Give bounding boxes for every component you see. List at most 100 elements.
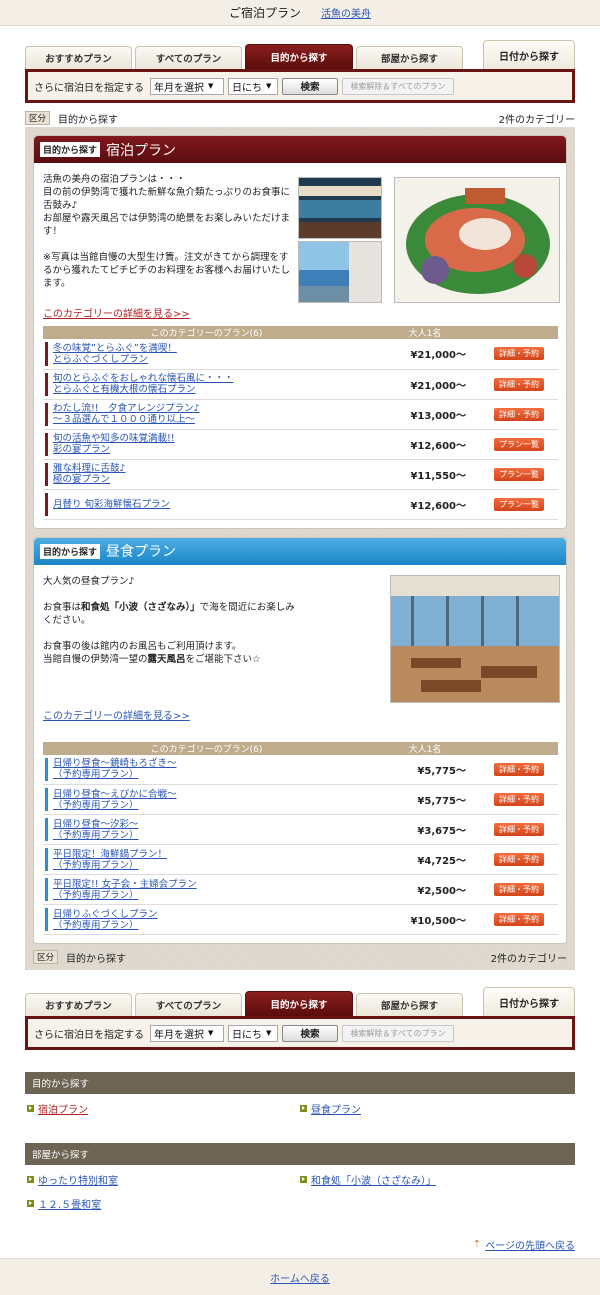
arrow-bullet-icon [27, 1105, 34, 1112]
plan-price: ¥21,000～ [370, 369, 480, 400]
tab-room[interactable]: 部屋から探す [356, 46, 463, 69]
plan-link[interactable]: 平日限定！海鮮鍋プラン！ [53, 849, 167, 860]
clear-search-button[interactable]: 検索解除＆すべてのプラン [342, 77, 454, 95]
table-row: 平日限定！海鮮鍋プラン！ （予約専用プラン） ¥4,725～ 詳細・予約 [43, 844, 558, 875]
plan-link[interactable]: （予約専用プラン） [53, 860, 139, 871]
header-shop-link[interactable]: 活魚の美舟 [321, 5, 371, 20]
home-link[interactable]: ホームへ戻る [270, 1270, 330, 1285]
plan-link[interactable]: 日帰り昼食～汐彩～ [53, 819, 139, 830]
plan-link[interactable]: 旬のとらふぐをおしゃれな懐石風に・・・ [53, 373, 234, 384]
purpose-box-title: 目的から探す [25, 1072, 575, 1094]
month-select-value: 年月を選択 [154, 82, 204, 94]
plan-action-button[interactable]: プラン一覧 [494, 497, 544, 511]
month-select[interactable]: 年月を選択 ▼ [150, 1024, 224, 1042]
chevron-down-icon: ▼ [208, 82, 214, 90]
purpose-link-lunch[interactable]: 昼食プラン [300, 1101, 573, 1116]
category-summary: 区分 目的から探す 2件のカテゴリー [25, 111, 575, 126]
plan-link[interactable]: （予約専用プラン） [53, 920, 139, 931]
tab-date[interactable]: 日付から探す [483, 40, 575, 69]
plan-price: ¥4,725～ [370, 844, 480, 875]
plan-price: ¥3,675～ [370, 814, 480, 845]
plan-link[interactable]: 彩の宴プラン [53, 444, 110, 455]
plan-action-button[interactable]: 詳細・予約 [494, 853, 544, 866]
arrow-bullet-icon [27, 1176, 34, 1183]
plan-link[interactable]: ～３品選んで１０００通り以上～ [53, 414, 195, 425]
plan-link[interactable]: 冬の味覚”とらふぐ”を満喫！ [53, 343, 177, 354]
plan-link[interactable]: とらふぐと有機大根の懐石プラン [53, 384, 196, 395]
arrow-bullet-icon [300, 1105, 307, 1112]
tab-date[interactable]: 日付から探す [483, 987, 575, 1016]
table-row: 日帰り昼食～鏡崎もろざき～ （予約専用プラン） ¥5,775～ 詳細・予約 [43, 754, 558, 785]
page-top-link[interactable]: ページの先頭へ戻る [485, 1237, 575, 1252]
plan-action-button[interactable]: 詳細・予約 [494, 347, 544, 361]
plan-action-button[interactable]: 詳細・予約 [494, 407, 544, 421]
search-button[interactable]: 検索 [282, 77, 338, 95]
col-action-header [480, 326, 558, 339]
plan-action-button[interactable]: 詳細・予約 [494, 913, 544, 926]
date-search-bar-bottom: さらに宿泊日を指定する 年月を選択 ▼ 日にち ▼ 検索 検索解除＆すべてのプラン [25, 1016, 575, 1050]
category-lunch: 目的から探す 昼食プラン 大人気の昼食プラン♪ お食事は和食処「小波（さざなみ）… [33, 536, 567, 944]
table-row: 冬の味覚”とらふぐ”を満喫！ とらふぐづくしプラン ¥21,000～ 詳細・予約 [43, 339, 558, 370]
category-detail-link[interactable]: このカテゴリーの詳細を見る>> [43, 707, 558, 722]
tab-purpose[interactable]: 目的から探す [245, 991, 353, 1016]
search-label: さらに宿泊日を指定する [34, 82, 144, 94]
tab-all-plans[interactable]: すべてのプラン [135, 46, 242, 69]
plan-link[interactable]: わたし流!! 夕食アレンジプラン♪ [53, 403, 200, 414]
category-tag: 目的から探す [40, 543, 101, 559]
plan-link[interactable]: （予約専用プラン） [53, 800, 139, 811]
plan-link[interactable]: 月替り 旬彩海鮮懐石プラン [53, 499, 170, 510]
table-row: わたし流!! 夕食アレンジプラン♪ ～３品選んで１０００通り以上～ ¥13,000… [43, 399, 558, 430]
plan-link[interactable]: 日帰りふぐづくしプラン [53, 909, 158, 920]
plan-link[interactable]: 極の宴プラン [53, 474, 110, 485]
category-detail-link[interactable]: このカテゴリーの詳細を見る>> [43, 305, 558, 320]
category-intro: 大人気の昼食プラン♪ [43, 575, 135, 587]
plan-link[interactable]: （予約専用プラン） [53, 769, 139, 780]
tab-purpose[interactable]: 目的から探す [245, 44, 353, 69]
day-select[interactable]: 日にち ▼ [228, 1024, 278, 1042]
room-link-sazanami[interactable]: 和食処「小波（さざなみ）」 [300, 1172, 573, 1187]
plan-link[interactable]: 旬の活魚や知多の味覚満載!! [53, 433, 175, 444]
page-top-icon: ⇡ [472, 1239, 482, 1250]
tab-recommended[interactable]: おすすめプラン [25, 46, 132, 69]
tab-bar-bottom: おすすめプラン すべてのプラン 目的から探す 部屋から探す 日付から探す [25, 986, 575, 1016]
plan-link[interactable]: とらふぐづくしプラン [53, 354, 148, 365]
kubun-tag: 区分 [25, 111, 51, 125]
arrow-bullet-icon [300, 1176, 307, 1183]
room-link-12-5[interactable]: １２.５畳和室 [27, 1196, 300, 1211]
category-title: 宿泊プラン [106, 142, 177, 159]
plan-action-button[interactable]: 詳細・予約 [494, 762, 544, 776]
plan-link[interactable]: 日帰り昼食～えびかに合戦～ [53, 789, 177, 800]
restaurant-photo [390, 574, 560, 703]
arrow-bullet-icon [27, 1200, 34, 1207]
plan-action-button[interactable]: 詳細・予約 [494, 883, 544, 896]
col-plans-header: このカテゴリーのプラン(6) [43, 741, 370, 755]
day-select[interactable]: 日にち ▼ [228, 77, 278, 95]
month-select[interactable]: 年月を選択 ▼ [150, 77, 224, 95]
room-link-special[interactable]: ゆったり特別和室 [27, 1172, 300, 1187]
room-box-title: 部屋から探す [25, 1143, 575, 1165]
plan-link[interactable]: （予約専用プラン） [53, 830, 139, 841]
clear-search-button[interactable]: 検索解除＆すべてのプラン [342, 1024, 454, 1042]
search-button[interactable]: 検索 [282, 1024, 338, 1042]
plan-link[interactable]: 雅な料理に舌鼓♪ [53, 463, 126, 474]
plan-link[interactable]: 日帰り昼食～鏡崎もろざき～ [53, 758, 177, 769]
purpose-link-stay[interactable]: 宿泊プラン [27, 1101, 300, 1116]
table-row: 雅な料理に舌鼓♪ 極の宴プラン ¥11,550～ プラン一覧 [43, 459, 558, 490]
table-row: 日帰り昼食～汐彩～ （予約専用プラン） ¥3,675～ 詳細・予約 [43, 814, 558, 845]
plan-action-button[interactable]: 詳細・予約 [494, 823, 544, 836]
kubun-label: 目的から探す [58, 114, 119, 126]
day-select-value: 日にち [232, 82, 262, 94]
col-price-header: 大人1名 [370, 741, 480, 755]
plan-link[interactable]: 平日限定!! 女子会・主婦会プラン [53, 879, 197, 890]
plan-action-button[interactable]: 詳細・予約 [494, 793, 544, 806]
plan-link[interactable]: （予約専用プラン） [53, 890, 139, 901]
plan-action-button[interactable]: プラン一覧 [494, 437, 544, 451]
tab-recommended[interactable]: おすすめプラン [25, 993, 132, 1016]
category-count: 2件のカテゴリー [498, 114, 575, 126]
plan-action-button[interactable]: 詳細・予約 [494, 377, 544, 391]
plan-action-button[interactable]: プラン一覧 [494, 467, 544, 481]
tab-all-plans[interactable]: すべてのプラン [135, 993, 242, 1016]
bath-view-photo [298, 241, 382, 303]
tab-room[interactable]: 部屋から探す [356, 993, 463, 1016]
purpose-box: 目的から探す 宿泊プラン 昼食プラン [25, 1072, 575, 1120]
